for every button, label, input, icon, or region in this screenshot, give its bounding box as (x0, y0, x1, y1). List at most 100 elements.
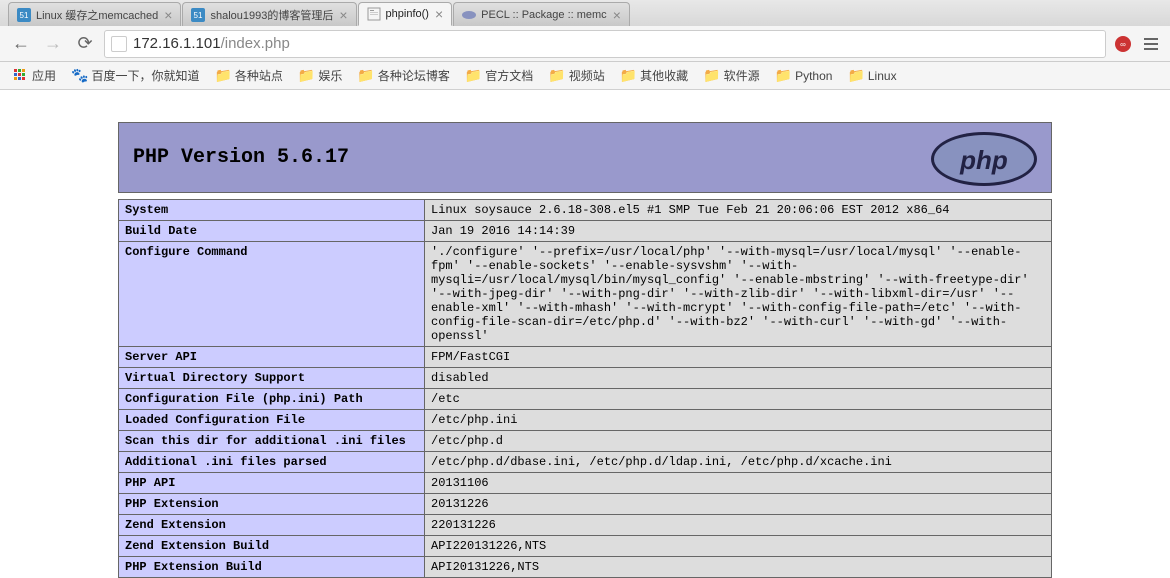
tab-title: shalou1993的博客管理后 (210, 7, 333, 23)
info-value: Linux soysauce 2.6.18-308.el5 #1 SMP Tue… (425, 200, 1052, 221)
table-row: SystemLinux soysauce 2.6.18-308.el5 #1 S… (119, 200, 1052, 221)
bookmark-folder[interactable]: 📁娱乐 (292, 65, 348, 86)
table-row: Server APIFPM/FastCGI (119, 347, 1052, 368)
bookmark-label: 娱乐 (318, 67, 342, 84)
info-value: /etc/php.d/dbase.ini, /etc/php.d/ldap.in… (425, 452, 1052, 473)
address-bar[interactable]: 172.16.1.101/index.php (104, 30, 1106, 58)
info-key: Build Date (119, 221, 425, 242)
table-row: Scan this dir for additional .ini files/… (119, 431, 1052, 452)
phpinfo-container: PHP Version 5.6.17 php SystemLinux soysa… (118, 122, 1052, 578)
close-icon[interactable]: × (164, 8, 172, 22)
folder-icon: 📁 (357, 67, 374, 84)
apps-button[interactable]: 应用 (8, 65, 62, 86)
browser-toolbar: ← → ⟳ 172.16.1.101/index.php ∞ (0, 26, 1170, 62)
table-row: Virtual Directory Supportdisabled (119, 368, 1052, 389)
info-key: System (119, 200, 425, 221)
reload-button[interactable]: ⟳ (72, 31, 98, 57)
bookmark-folder[interactable]: 📁软件源 (697, 65, 765, 86)
page-icon (111, 36, 127, 52)
browser-tab-strip: 51 Linux 缓存之memcached × 51 shalou1993的博客… (0, 0, 1170, 26)
url-path: /index.php (221, 35, 290, 52)
info-value: './configure' '--prefix=/usr/local/php' … (425, 242, 1052, 347)
table-row: PHP API20131106 (119, 473, 1052, 494)
table-row: PHP Extension BuildAPI20131226,NTS (119, 557, 1052, 578)
svg-text:∞: ∞ (1120, 40, 1126, 49)
bookmark-folder[interactable]: 📁 Linux (841, 65, 902, 86)
info-value: 20131106 (425, 473, 1052, 494)
folder-icon: 📁 (847, 67, 864, 84)
bookmarks-bar: 应用 🐾 百度一下，你就知道 📁各种站点 📁娱乐 📁各种论坛博客 📁官方文档 📁… (0, 62, 1170, 90)
phpinfo-header: PHP Version 5.6.17 php (118, 122, 1052, 193)
bookmark-label: 视频站 (569, 67, 605, 84)
info-value: 20131226 (425, 494, 1052, 515)
table-row: PHP Extension20131226 (119, 494, 1052, 515)
browser-tab-active[interactable]: phpinfo() × (358, 2, 453, 26)
php-logo-icon: php (929, 131, 1039, 190)
info-key: Additional .ini files parsed (119, 452, 425, 473)
folder-icon: 📁 (548, 67, 565, 84)
table-row: Configuration File (php.ini) Path/etc (119, 389, 1052, 410)
favicon-icon (462, 8, 476, 22)
php-version-title: PHP Version 5.6.17 (119, 128, 1051, 187)
folder-icon: 📁 (703, 67, 720, 84)
info-key: Zend Extension Build (119, 536, 425, 557)
apps-icon (14, 69, 28, 83)
info-value: /etc/php.ini (425, 410, 1052, 431)
info-value: /etc/php.d (425, 431, 1052, 452)
bookmark-baidu[interactable]: 🐾 百度一下，你就知道 (65, 65, 205, 86)
bookmark-folder[interactable]: 📁视频站 (542, 65, 610, 86)
close-icon[interactable]: × (613, 8, 621, 22)
bookmark-label: Python (795, 69, 832, 83)
url-host: 172.16.1.101 (133, 35, 221, 52)
info-value: FPM/FastCGI (425, 347, 1052, 368)
info-key: Zend Extension (119, 515, 425, 536)
menu-button[interactable] (1140, 33, 1162, 55)
info-key: Configure Command (119, 242, 425, 347)
info-key: Scan this dir for additional .ini files (119, 431, 425, 452)
folder-icon: 📁 (298, 67, 315, 84)
svg-text:51: 51 (194, 11, 203, 20)
info-key: PHP API (119, 473, 425, 494)
close-icon[interactable]: × (339, 8, 347, 22)
bookmark-folder[interactable]: 📁各种论坛博客 (351, 65, 455, 86)
svg-text:51: 51 (20, 11, 29, 20)
favicon-icon (367, 7, 381, 21)
favicon-icon: 51 (191, 8, 205, 22)
bookmark-folder[interactable]: 📁其他收藏 (614, 65, 694, 86)
table-row: Build DateJan 19 2016 14:14:39 (119, 221, 1052, 242)
tab-title: Linux 缓存之memcached (36, 7, 158, 23)
browser-tab[interactable]: 51 Linux 缓存之memcached × (8, 2, 181, 26)
bookmark-folder[interactable]: 📁Python (769, 65, 839, 86)
folder-icon: 📁 (775, 67, 792, 84)
browser-tab[interactable]: 51 shalou1993的博客管理后 × (182, 2, 356, 26)
bookmark-label: 软件源 (724, 67, 760, 84)
info-key: Virtual Directory Support (119, 368, 425, 389)
back-button[interactable]: ← (8, 31, 34, 57)
table-row: Zend Extension BuildAPI220131226,NTS (119, 536, 1052, 557)
info-key: Server API (119, 347, 425, 368)
info-key: Loaded Configuration File (119, 410, 425, 431)
bookmark-label: 百度一下，你就知道 (91, 67, 199, 84)
table-row: Zend Extension220131226 (119, 515, 1052, 536)
phpinfo-table: SystemLinux soysauce 2.6.18-308.el5 #1 S… (118, 199, 1052, 578)
folder-icon: 📁 (465, 67, 482, 84)
table-row: Additional .ini files parsed/etc/php.d/d… (119, 452, 1052, 473)
browser-tab[interactable]: PECL :: Package :: memc × (453, 2, 630, 26)
info-value: 220131226 (425, 515, 1052, 536)
favicon-icon: 51 (17, 8, 31, 22)
bookmark-folder[interactable]: 📁官方文档 (459, 65, 539, 86)
close-icon[interactable]: × (435, 7, 443, 21)
tab-title: phpinfo() (386, 8, 429, 20)
info-key: Configuration File (php.ini) Path (119, 389, 425, 410)
bookmark-label: 各种站点 (235, 67, 283, 84)
table-row: Configure Command'./configure' '--prefix… (119, 242, 1052, 347)
paw-icon: 🐾 (71, 67, 88, 84)
extension-icon[interactable]: ∞ (1112, 33, 1134, 55)
apps-label: 应用 (32, 67, 56, 84)
forward-button[interactable]: → (40, 31, 66, 57)
bookmark-folder[interactable]: 📁各种站点 (208, 65, 288, 86)
bookmark-label: Linux (868, 69, 897, 83)
info-value: disabled (425, 368, 1052, 389)
bookmark-label: 其他收藏 (640, 67, 688, 84)
folder-icon: 📁 (214, 67, 231, 84)
